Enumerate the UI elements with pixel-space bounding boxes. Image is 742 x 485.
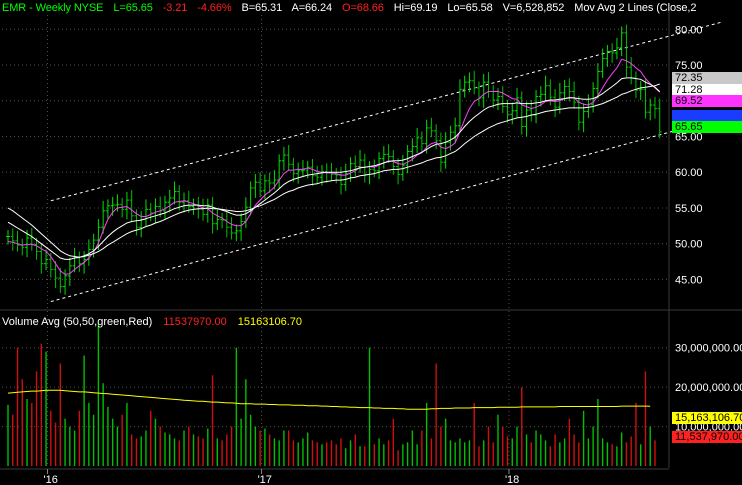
- price-tick-label: 80.00: [675, 24, 703, 36]
- price-change-pct: -4.66%: [197, 2, 232, 14]
- volume-study-label: Volume Avg (50,50,green,Red): [2, 316, 153, 328]
- symbol-label: EMR - Weekly NYSE: [2, 2, 104, 14]
- price-tick-label: 50.00: [675, 239, 703, 251]
- trend-channel-line: [50, 117, 722, 303]
- volume-badge: 15,163,106.70: [672, 412, 742, 424]
- low-price: Lo=65.58: [447, 2, 493, 14]
- volume-value-yellow: 15163106.70: [237, 316, 303, 328]
- price-badge: 72.35: [672, 72, 742, 84]
- volume-header: Volume Avg (50,50,green,Red) 11537970.00…: [2, 316, 310, 328]
- volume-badge: 11,537,970.00: [672, 431, 742, 443]
- chart-canvas: 45.0050.0055.0060.0065.0070.0075.0080.00…: [0, 10, 742, 485]
- price-badge: 69.52: [672, 95, 742, 107]
- time-tick-label: '16: [44, 474, 58, 485]
- volume-value-red: 11537970.00: [163, 316, 227, 328]
- ask-price: A=66.24: [291, 2, 333, 14]
- moving-average-line: [7, 83, 660, 258]
- moving-average-line: [7, 58, 661, 275]
- study-label: Mov Avg 2 Lines (Close,2: [574, 2, 697, 14]
- open-price: O=68.66: [342, 2, 384, 14]
- last-price: L=65.65: [113, 2, 153, 14]
- price-change: -3.21: [162, 2, 188, 14]
- time-tick-label: '17: [258, 474, 272, 485]
- price-header: EMR - Weekly NYSE L=65.65 -3.21 -4.66% B…: [2, 2, 703, 14]
- price-tick-label: 55.00: [675, 203, 703, 215]
- time-tick-label: '18: [505, 474, 519, 485]
- volume-tick-label: 20,000,000.00: [675, 382, 742, 394]
- moving-average-line: [7, 77, 661, 260]
- price-badge: 65.65: [672, 121, 742, 133]
- price-tick-label: 60.00: [675, 167, 703, 179]
- price-tick-label: 75.00: [675, 60, 703, 72]
- volume-value: V=6,528,852: [502, 2, 565, 14]
- price-tick-label: 45.00: [675, 274, 703, 286]
- volume-tick-label: 30,000,000.00: [675, 343, 742, 355]
- price-tick-label: 65.00: [675, 131, 703, 143]
- chart-window: { "header": { "symbol": "EMR - Weekly NY…: [0, 0, 742, 485]
- trend-channel-line: [50, 21, 722, 202]
- bid-price: B=65.31: [241, 2, 283, 14]
- high-price: Hi=69.19: [393, 2, 438, 14]
- volume-average-line: [7, 389, 651, 410]
